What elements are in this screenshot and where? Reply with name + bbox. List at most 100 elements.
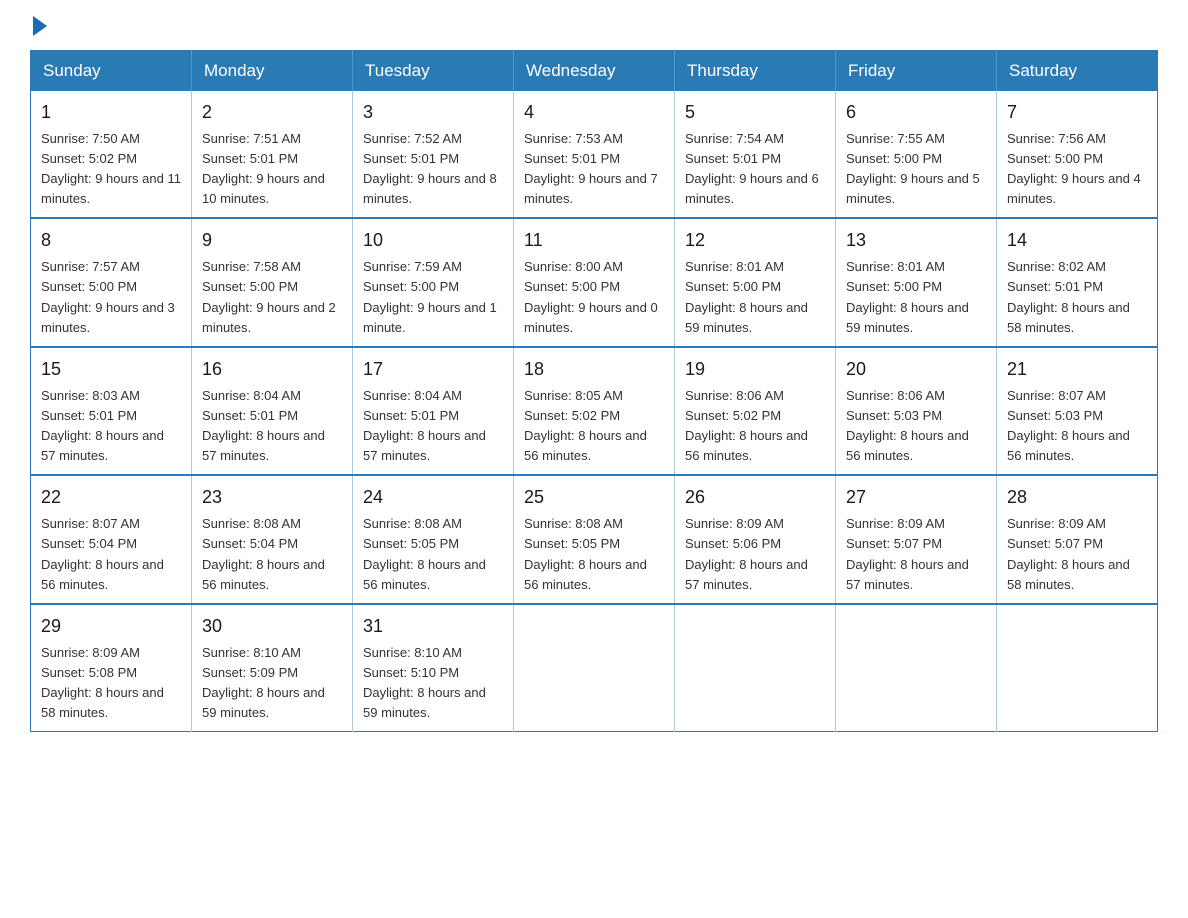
day-info: Sunrise: 8:08 AMSunset: 5:05 PMDaylight:… xyxy=(524,514,664,595)
day-info: Sunrise: 8:10 AMSunset: 5:10 PMDaylight:… xyxy=(363,643,503,724)
day-info: Sunrise: 8:08 AMSunset: 5:05 PMDaylight:… xyxy=(363,514,503,595)
calendar-week-row: 22Sunrise: 8:07 AMSunset: 5:04 PMDayligh… xyxy=(31,475,1158,603)
calendar-cell: 6Sunrise: 7:55 AMSunset: 5:00 PMDaylight… xyxy=(836,91,997,218)
day-number: 19 xyxy=(685,356,825,384)
calendar-cell: 23Sunrise: 8:08 AMSunset: 5:04 PMDayligh… xyxy=(192,475,353,603)
day-info: Sunrise: 8:02 AMSunset: 5:01 PMDaylight:… xyxy=(1007,257,1147,338)
day-number: 18 xyxy=(524,356,664,384)
day-info: Sunrise: 8:01 AMSunset: 5:00 PMDaylight:… xyxy=(846,257,986,338)
calendar-cell xyxy=(514,604,675,732)
calendar-cell: 18Sunrise: 8:05 AMSunset: 5:02 PMDayligh… xyxy=(514,347,675,475)
calendar-cell: 12Sunrise: 8:01 AMSunset: 5:00 PMDayligh… xyxy=(675,218,836,346)
day-number: 11 xyxy=(524,227,664,255)
calendar-week-row: 1Sunrise: 7:50 AMSunset: 5:02 PMDaylight… xyxy=(31,91,1158,218)
day-number: 23 xyxy=(202,484,342,512)
calendar-cell: 8Sunrise: 7:57 AMSunset: 5:00 PMDaylight… xyxy=(31,218,192,346)
day-number: 3 xyxy=(363,99,503,127)
day-number: 20 xyxy=(846,356,986,384)
calendar-cell: 13Sunrise: 8:01 AMSunset: 5:00 PMDayligh… xyxy=(836,218,997,346)
day-number: 15 xyxy=(41,356,181,384)
calendar-cell: 14Sunrise: 8:02 AMSunset: 5:01 PMDayligh… xyxy=(997,218,1158,346)
calendar-week-row: 29Sunrise: 8:09 AMSunset: 5:08 PMDayligh… xyxy=(31,604,1158,732)
calendar-cell: 10Sunrise: 7:59 AMSunset: 5:00 PMDayligh… xyxy=(353,218,514,346)
calendar-cell: 7Sunrise: 7:56 AMSunset: 5:00 PMDaylight… xyxy=(997,91,1158,218)
day-info: Sunrise: 8:09 AMSunset: 5:08 PMDaylight:… xyxy=(41,643,181,724)
day-info: Sunrise: 7:57 AMSunset: 5:00 PMDaylight:… xyxy=(41,257,181,338)
day-number: 27 xyxy=(846,484,986,512)
calendar-cell: 15Sunrise: 8:03 AMSunset: 5:01 PMDayligh… xyxy=(31,347,192,475)
day-number: 29 xyxy=(41,613,181,641)
day-number: 30 xyxy=(202,613,342,641)
calendar-cell: 5Sunrise: 7:54 AMSunset: 5:01 PMDaylight… xyxy=(675,91,836,218)
day-info: Sunrise: 8:06 AMSunset: 5:03 PMDaylight:… xyxy=(846,386,986,467)
day-info: Sunrise: 7:56 AMSunset: 5:00 PMDaylight:… xyxy=(1007,129,1147,210)
calendar-cell: 4Sunrise: 7:53 AMSunset: 5:01 PMDaylight… xyxy=(514,91,675,218)
day-info: Sunrise: 8:05 AMSunset: 5:02 PMDaylight:… xyxy=(524,386,664,467)
calendar-cell: 31Sunrise: 8:10 AMSunset: 5:10 PMDayligh… xyxy=(353,604,514,732)
day-info: Sunrise: 8:07 AMSunset: 5:03 PMDaylight:… xyxy=(1007,386,1147,467)
day-number: 2 xyxy=(202,99,342,127)
day-number: 8 xyxy=(41,227,181,255)
day-number: 1 xyxy=(41,99,181,127)
day-info: Sunrise: 7:55 AMSunset: 5:00 PMDaylight:… xyxy=(846,129,986,210)
day-header-thursday: Thursday xyxy=(675,51,836,92)
day-number: 6 xyxy=(846,99,986,127)
calendar-cell xyxy=(675,604,836,732)
day-info: Sunrise: 7:58 AMSunset: 5:00 PMDaylight:… xyxy=(202,257,342,338)
calendar-cell: 16Sunrise: 8:04 AMSunset: 5:01 PMDayligh… xyxy=(192,347,353,475)
day-number: 5 xyxy=(685,99,825,127)
day-header-wednesday: Wednesday xyxy=(514,51,675,92)
logo xyxy=(30,20,47,30)
calendar-cell: 3Sunrise: 7:52 AMSunset: 5:01 PMDaylight… xyxy=(353,91,514,218)
day-info: Sunrise: 7:54 AMSunset: 5:01 PMDaylight:… xyxy=(685,129,825,210)
day-header-friday: Friday xyxy=(836,51,997,92)
day-header-sunday: Sunday xyxy=(31,51,192,92)
calendar-cell: 26Sunrise: 8:09 AMSunset: 5:06 PMDayligh… xyxy=(675,475,836,603)
day-info: Sunrise: 8:03 AMSunset: 5:01 PMDaylight:… xyxy=(41,386,181,467)
day-number: 24 xyxy=(363,484,503,512)
page-header xyxy=(30,20,1158,30)
day-header-tuesday: Tuesday xyxy=(353,51,514,92)
calendar-cell: 17Sunrise: 8:04 AMSunset: 5:01 PMDayligh… xyxy=(353,347,514,475)
calendar-table: SundayMondayTuesdayWednesdayThursdayFrid… xyxy=(30,50,1158,732)
day-header-monday: Monday xyxy=(192,51,353,92)
calendar-cell: 24Sunrise: 8:08 AMSunset: 5:05 PMDayligh… xyxy=(353,475,514,603)
day-number: 4 xyxy=(524,99,664,127)
day-number: 9 xyxy=(202,227,342,255)
calendar-header-row: SundayMondayTuesdayWednesdayThursdayFrid… xyxy=(31,51,1158,92)
day-info: Sunrise: 8:04 AMSunset: 5:01 PMDaylight:… xyxy=(363,386,503,467)
day-info: Sunrise: 7:53 AMSunset: 5:01 PMDaylight:… xyxy=(524,129,664,210)
calendar-cell: 9Sunrise: 7:58 AMSunset: 5:00 PMDaylight… xyxy=(192,218,353,346)
calendar-cell: 28Sunrise: 8:09 AMSunset: 5:07 PMDayligh… xyxy=(997,475,1158,603)
day-info: Sunrise: 7:52 AMSunset: 5:01 PMDaylight:… xyxy=(363,129,503,210)
calendar-week-row: 15Sunrise: 8:03 AMSunset: 5:01 PMDayligh… xyxy=(31,347,1158,475)
day-number: 10 xyxy=(363,227,503,255)
day-number: 22 xyxy=(41,484,181,512)
calendar-cell xyxy=(997,604,1158,732)
day-info: Sunrise: 8:10 AMSunset: 5:09 PMDaylight:… xyxy=(202,643,342,724)
day-info: Sunrise: 7:50 AMSunset: 5:02 PMDaylight:… xyxy=(41,129,181,210)
day-number: 31 xyxy=(363,613,503,641)
calendar-cell: 21Sunrise: 8:07 AMSunset: 5:03 PMDayligh… xyxy=(997,347,1158,475)
day-info: Sunrise: 8:08 AMSunset: 5:04 PMDaylight:… xyxy=(202,514,342,595)
day-info: Sunrise: 8:09 AMSunset: 5:06 PMDaylight:… xyxy=(685,514,825,595)
day-number: 17 xyxy=(363,356,503,384)
calendar-cell: 25Sunrise: 8:08 AMSunset: 5:05 PMDayligh… xyxy=(514,475,675,603)
day-header-saturday: Saturday xyxy=(997,51,1158,92)
day-info: Sunrise: 8:04 AMSunset: 5:01 PMDaylight:… xyxy=(202,386,342,467)
day-info: Sunrise: 8:09 AMSunset: 5:07 PMDaylight:… xyxy=(846,514,986,595)
day-number: 7 xyxy=(1007,99,1147,127)
day-number: 13 xyxy=(846,227,986,255)
logo-triangle-icon xyxy=(33,16,47,36)
day-info: Sunrise: 7:51 AMSunset: 5:01 PMDaylight:… xyxy=(202,129,342,210)
calendar-cell: 30Sunrise: 8:10 AMSunset: 5:09 PMDayligh… xyxy=(192,604,353,732)
calendar-cell: 27Sunrise: 8:09 AMSunset: 5:07 PMDayligh… xyxy=(836,475,997,603)
day-number: 26 xyxy=(685,484,825,512)
day-number: 12 xyxy=(685,227,825,255)
day-number: 21 xyxy=(1007,356,1147,384)
day-info: Sunrise: 8:00 AMSunset: 5:00 PMDaylight:… xyxy=(524,257,664,338)
calendar-cell xyxy=(836,604,997,732)
day-number: 25 xyxy=(524,484,664,512)
calendar-cell: 1Sunrise: 7:50 AMSunset: 5:02 PMDaylight… xyxy=(31,91,192,218)
day-number: 16 xyxy=(202,356,342,384)
